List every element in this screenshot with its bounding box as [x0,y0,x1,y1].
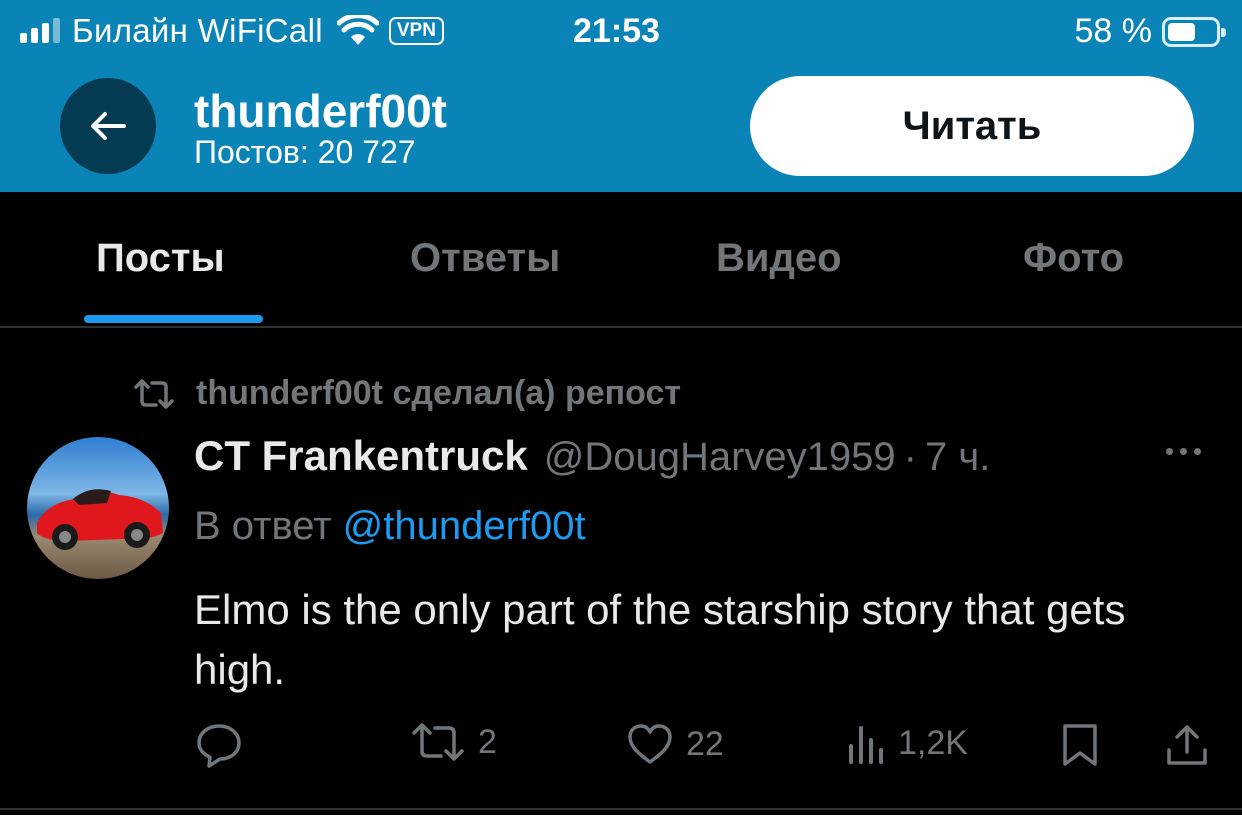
tab-posts[interactable]: Посты [96,236,225,281]
reply-button[interactable] [195,722,243,768]
profile-name: thunderf00t [194,85,447,137]
vpn-badge: VPN [388,17,444,45]
post-header: CT Frankentruck @DougHarvey1959 · 7 ч. [194,432,990,480]
reply-mention-link[interactable]: @thunderf00t [343,504,586,548]
back-button[interactable] [60,78,156,174]
share-icon [1167,725,1207,765]
reply-to-line: В ответ @thunderf00t [194,504,586,549]
reply-prefix: В ответ [194,504,332,548]
views-bar-chart-icon [849,726,883,764]
author-handle[interactable]: @DougHarvey1959 [544,435,896,480]
signal-strength-icon [20,18,60,43]
tab-photo[interactable]: Фото [1023,236,1124,281]
bookmark-icon [1063,724,1097,766]
divider [0,808,1242,810]
avatar[interactable] [27,437,169,579]
post-time[interactable]: 7 ч. [925,435,990,480]
post-text: Elmo is the only part of the starship st… [194,586,1126,693]
tab-replies[interactable]: Ответы [410,236,560,281]
top-bar: Билайн WiFiCall VPN 21:53 58 % thunderf0… [0,0,1242,192]
battery-percent: 58 % [1074,12,1153,50]
clock: 21:53 [573,12,660,50]
share-button[interactable] [1164,722,1210,768]
heart-icon [628,724,672,764]
more-options-icon[interactable] [1166,448,1201,455]
views-count: 1,2K [898,723,968,762]
arrow-left-icon [91,112,126,140]
views-button[interactable]: 1,2K [846,722,968,764]
carrier-name: Билайн WiFiCall [72,12,323,49]
repost-indicator[interactable]: thunderf00t сделал(а) репост [132,374,681,413]
reply-bubble-icon [197,724,241,768]
retweet-count: 2 [478,722,497,761]
posts-count: Постов: 20 727 [194,134,416,170]
battery-fill [1168,22,1195,41]
status-right: 58 % [1074,12,1226,51]
post-actions: 2 22 1,2K [0,722,1242,778]
wifi-icon [336,15,379,45]
like-count: 22 [686,724,724,763]
retweet-icon [134,378,174,409]
profile-tabs: Посты Ответы Видео Фото [0,192,1242,326]
bookmark-button[interactable] [1060,722,1100,768]
retweet-button[interactable]: 2 [410,722,497,762]
retweet-icon [412,723,464,761]
like-button[interactable]: 22 [626,722,724,766]
repost-text: thunderf00t сделал(а) репост [196,374,682,412]
battery-icon [1162,16,1226,47]
status-bar: Билайн WiFiCall VPN 21:53 58 % [0,0,1242,64]
status-left: Билайн WiFiCall VPN [20,12,444,50]
follow-button[interactable]: Читать [750,76,1194,176]
active-tab-indicator [84,315,263,323]
divider [0,326,1242,328]
author-name[interactable]: CT Frankentruck [194,432,528,480]
tab-video[interactable]: Видео [716,236,842,281]
separator-dot: · [903,435,917,479]
